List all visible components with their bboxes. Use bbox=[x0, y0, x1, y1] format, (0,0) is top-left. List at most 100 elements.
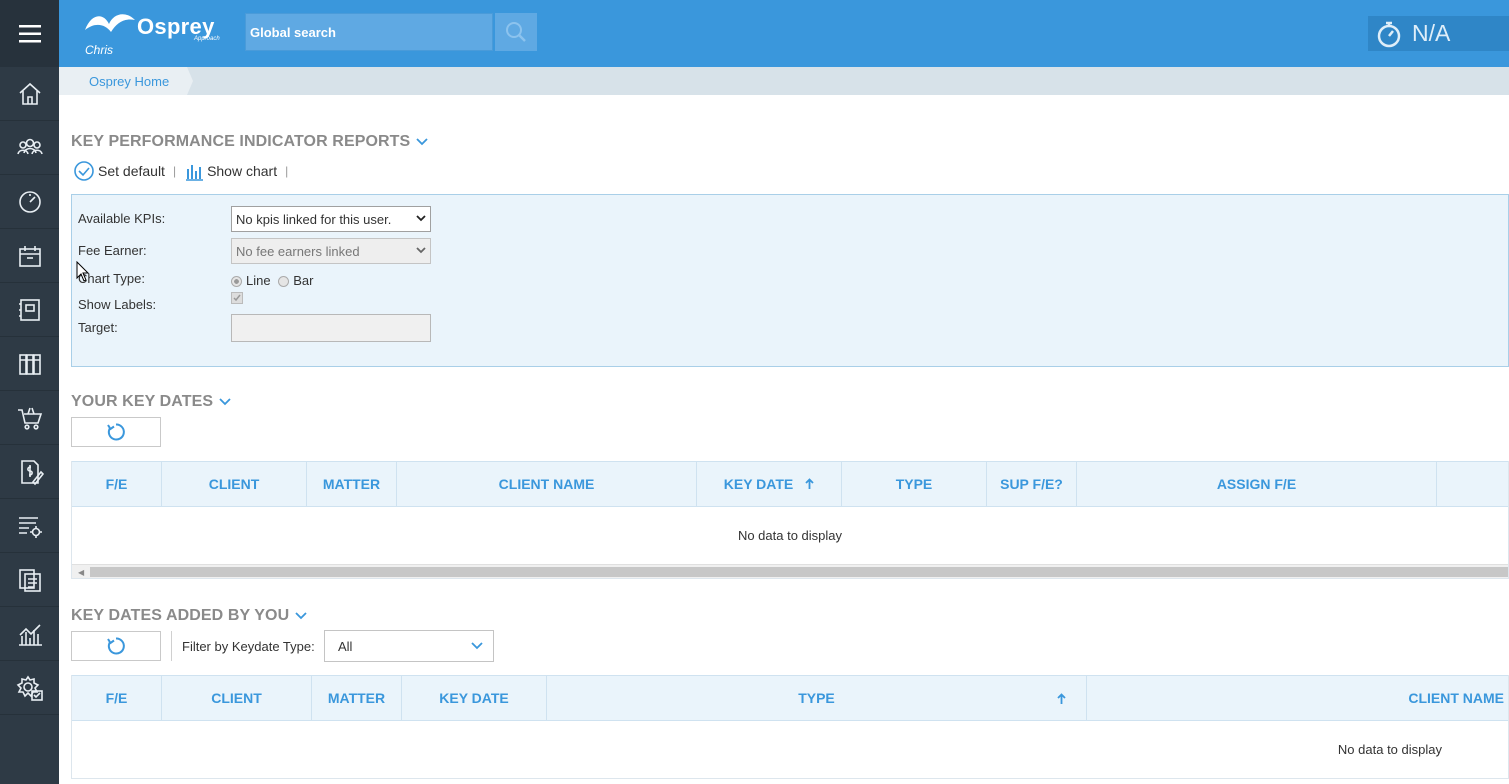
library-icon bbox=[18, 353, 41, 375]
sidebar-item-reports[interactable] bbox=[0, 607, 59, 661]
column-header-matter[interactable]: MATTER bbox=[307, 462, 397, 506]
column-header-extra[interactable] bbox=[1437, 462, 1508, 506]
global-search-input[interactable]: Global search bbox=[245, 13, 493, 51]
column-header-client-name[interactable]: CLIENT NAME bbox=[397, 462, 697, 506]
column-header-fe[interactable]: F/E bbox=[72, 676, 162, 720]
refresh-icon bbox=[107, 637, 125, 655]
set-default-button[interactable]: Set default bbox=[71, 160, 165, 182]
column-header-type[interactable]: TYPE bbox=[842, 462, 987, 506]
sidebar-item-admin[interactable] bbox=[0, 661, 59, 715]
documents-icon bbox=[18, 568, 41, 592]
added-by-you-empty-message: No data to display bbox=[72, 721, 1508, 778]
check-circle-icon bbox=[74, 161, 94, 181]
sidebar-item-home[interactable] bbox=[0, 67, 59, 121]
key-dates-horizontal-scrollbar[interactable]: ◀ bbox=[72, 564, 1508, 578]
current-user: Chris bbox=[85, 43, 114, 57]
sidebar-item-documents[interactable] bbox=[0, 553, 59, 607]
show-chart-label: Show chart bbox=[207, 163, 278, 179]
chart-type-options: Line Bar bbox=[231, 273, 313, 288]
toolbar-separator: | bbox=[172, 164, 177, 178]
set-default-label: Set default bbox=[98, 163, 165, 179]
available-kpis-select[interactable]: No kpis linked for this user. bbox=[231, 206, 431, 232]
chevron-down-icon bbox=[416, 247, 426, 254]
kpi-title-text: KEY PERFORMANCE INDICATOR REPORTS bbox=[71, 133, 411, 150]
breadcrumb-home[interactable]: Osprey Home bbox=[59, 67, 193, 95]
admin-icon bbox=[16, 675, 43, 701]
dashboard-icon bbox=[18, 190, 41, 213]
added-by-you-empty-text: No data to display bbox=[1337, 742, 1442, 757]
chevron-down-icon bbox=[219, 398, 231, 406]
keydate-type-filter-label: Filter by Keydate Type: bbox=[182, 639, 315, 654]
breadcrumb: Osprey Home bbox=[59, 67, 1509, 95]
mouse-cursor-icon bbox=[76, 261, 90, 282]
column-header-client[interactable]: CLIENT bbox=[162, 462, 307, 506]
sidebar-item-library[interactable] bbox=[0, 337, 59, 391]
chevron-down-icon bbox=[416, 215, 426, 222]
column-header-client-name[interactable]: CLIENT NAME bbox=[1087, 676, 1508, 720]
sidebar-item-settings-list[interactable] bbox=[0, 499, 59, 553]
key-dates-title-text: YOUR KEY DATES bbox=[71, 393, 214, 410]
home-icon bbox=[18, 82, 41, 105]
search-button[interactable] bbox=[495, 13, 537, 51]
column-header-assign-fe[interactable]: ASSIGN F/E bbox=[1077, 462, 1437, 506]
key-dates-refresh-button[interactable] bbox=[71, 417, 161, 447]
osprey-logo[interactable]: Osprey Approach Chris bbox=[81, 8, 221, 58]
column-header-client[interactable]: CLIENT bbox=[162, 676, 312, 720]
reports-icon bbox=[18, 623, 42, 646]
show-labels-label: Show Labels: bbox=[78, 297, 157, 312]
key-dates-grid-header: F/E CLIENT MATTER CLIENT NAME KEY DATE T… bbox=[72, 461, 1508, 507]
timer-widget[interactable]: N/A bbox=[1368, 16, 1509, 51]
sidebar-item-dashboard[interactable] bbox=[0, 175, 59, 229]
top-bar: Osprey Approach Chris Global search N/A bbox=[59, 0, 1509, 67]
scroll-thumb[interactable] bbox=[90, 567, 1508, 577]
chart-type-bar-label: Bar bbox=[293, 273, 314, 288]
menu-toggle[interactable] bbox=[0, 0, 59, 67]
column-header-key-date-label: KEY DATE bbox=[723, 476, 794, 492]
column-header-type[interactable]: TYPE bbox=[547, 676, 1087, 720]
sidebar bbox=[0, 0, 59, 784]
bar-chart-icon bbox=[186, 165, 204, 181]
added-by-you-section-title[interactable]: KEY DATES ADDED BY YOU bbox=[71, 607, 307, 625]
billing-icon bbox=[20, 459, 44, 485]
stopwatch-icon bbox=[1377, 21, 1401, 47]
sidebar-item-matters[interactable] bbox=[0, 283, 59, 337]
chevron-down-icon bbox=[295, 612, 307, 620]
chevron-down-icon bbox=[471, 642, 483, 650]
show-chart-button[interactable]: Show chart bbox=[184, 161, 277, 181]
available-kpis-label: Available KPIs: bbox=[78, 211, 166, 226]
sidebar-item-basket[interactable] bbox=[0, 391, 59, 445]
column-header-key-date[interactable]: KEY DATE bbox=[402, 676, 547, 720]
added-by-you-title-text: KEY DATES ADDED BY YOU bbox=[71, 607, 290, 624]
basket-icon bbox=[17, 407, 42, 430]
column-header-fe[interactable]: F/E bbox=[72, 462, 162, 506]
show-labels-checkbox[interactable] bbox=[231, 292, 243, 304]
target-label: Target: bbox=[78, 320, 118, 335]
column-header-matter[interactable]: MATTER bbox=[312, 676, 402, 720]
calendar-icon bbox=[18, 245, 41, 267]
sidebar-item-billing[interactable] bbox=[0, 445, 59, 499]
checkmark-icon bbox=[233, 294, 241, 302]
hamburger-icon bbox=[18, 24, 41, 42]
filter-divider bbox=[171, 631, 172, 661]
added-by-you-refresh-button[interactable] bbox=[71, 631, 161, 661]
keydate-type-filter-select[interactable]: All bbox=[324, 630, 494, 662]
target-input[interactable] bbox=[231, 314, 431, 342]
settings-list-icon bbox=[18, 516, 42, 538]
fee-earner-select[interactable]: No fee earners linked bbox=[231, 238, 431, 264]
column-header-sup-fe[interactable]: SUP F/E? bbox=[987, 462, 1077, 506]
chart-type-bar-radio[interactable] bbox=[278, 276, 290, 288]
toolbar-separator: | bbox=[285, 164, 289, 178]
search-icon bbox=[506, 22, 526, 42]
sidebar-item-calendar[interactable] bbox=[0, 229, 59, 283]
column-header-type-label: TYPE bbox=[798, 690, 835, 706]
logo-subtext: Approach bbox=[194, 36, 220, 42]
scroll-left-icon[interactable]: ◀ bbox=[78, 568, 84, 577]
sidebar-item-contacts[interactable] bbox=[0, 121, 59, 175]
chart-type-line-label: Line bbox=[246, 273, 271, 288]
column-header-key-date[interactable]: KEY DATE bbox=[697, 462, 842, 506]
chart-type-line-radio[interactable] bbox=[231, 276, 242, 288]
added-by-you-grid-header: F/E CLIENT MATTER KEY DATE TYPE CLIENT N… bbox=[72, 675, 1508, 721]
key-dates-section-title[interactable]: YOUR KEY DATES bbox=[71, 393, 231, 411]
sort-ascending-icon bbox=[1057, 693, 1066, 704]
kpi-section-title[interactable]: KEY PERFORMANCE INDICATOR REPORTS bbox=[71, 133, 428, 151]
